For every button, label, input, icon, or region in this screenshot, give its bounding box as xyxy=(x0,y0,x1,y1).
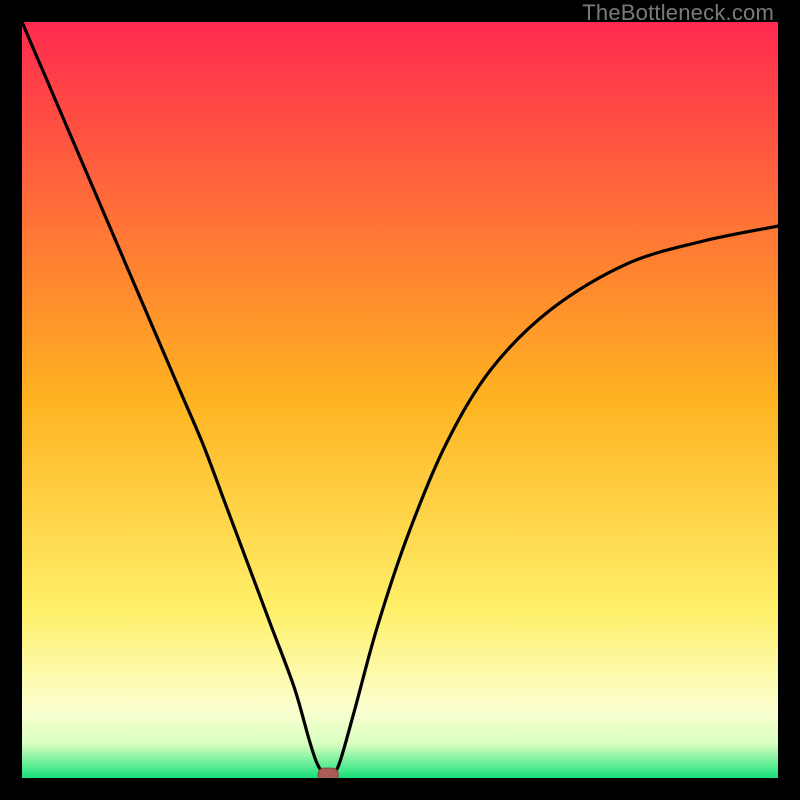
chart-frame xyxy=(22,22,778,778)
gradient-background xyxy=(22,22,778,778)
watermark-text: TheBottleneck.com xyxy=(582,0,774,26)
optimal-marker xyxy=(318,768,338,778)
bottleneck-plot xyxy=(22,22,778,778)
